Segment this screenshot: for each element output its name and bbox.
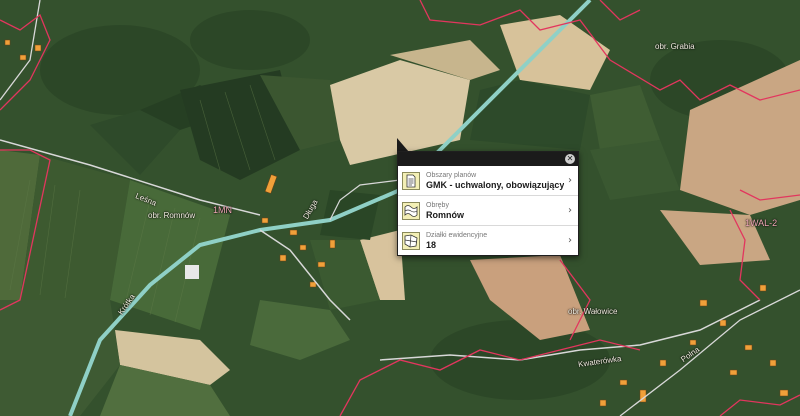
- popup-header: ✕: [398, 152, 578, 166]
- row-label: Obszary planów: [426, 171, 477, 179]
- chevron-right-icon: ›: [568, 175, 572, 186]
- greenhouse: [185, 265, 199, 279]
- popup-row-text: Działki ewidencyjne 18: [426, 231, 564, 251]
- popup-row-text: Obręby Romnów: [426, 201, 564, 221]
- place-label: obr. Romnów: [148, 211, 196, 220]
- popup-row-parcels[interactable]: Działki ewidencyjne 18 ›: [398, 226, 578, 255]
- popup-row-text: Obszary planów GMK - uchwalony, obowiązu…: [426, 171, 564, 191]
- row-label: Działki ewidencyjne: [426, 231, 488, 239]
- map-area-icon: [402, 201, 420, 220]
- chevron-right-icon: ›: [568, 235, 572, 246]
- zone-label: 1MN: [213, 205, 233, 215]
- row-value: 18: [426, 239, 437, 250]
- close-icon[interactable]: ✕: [565, 154, 575, 164]
- map-view[interactable]: obr. Grabia obr. Romnów obr. Wałowice Kw…: [0, 0, 800, 416]
- row-value: Romnów: [426, 209, 464, 220]
- zone-label: 1WAL-2: [745, 218, 778, 228]
- place-label: obr. Wałowice: [568, 307, 618, 316]
- popup-row-precincts[interactable]: Obręby Romnów ›: [398, 196, 578, 226]
- place-label: obr. Grabia: [655, 42, 695, 51]
- popup-pointer: [397, 138, 409, 152]
- row-value: GMK - uchwalony, obowiązujący: [426, 179, 564, 190]
- info-popup: ✕ Obszary planów GMK - uchwalony, obowią…: [397, 151, 579, 256]
- row-label: Obręby: [426, 201, 449, 209]
- document-icon: [402, 171, 420, 190]
- chevron-right-icon: ›: [568, 205, 572, 216]
- popup-row-plan-areas[interactable]: Obszary planów GMK - uchwalony, obowiązu…: [398, 166, 578, 196]
- parcel-icon: [402, 231, 420, 250]
